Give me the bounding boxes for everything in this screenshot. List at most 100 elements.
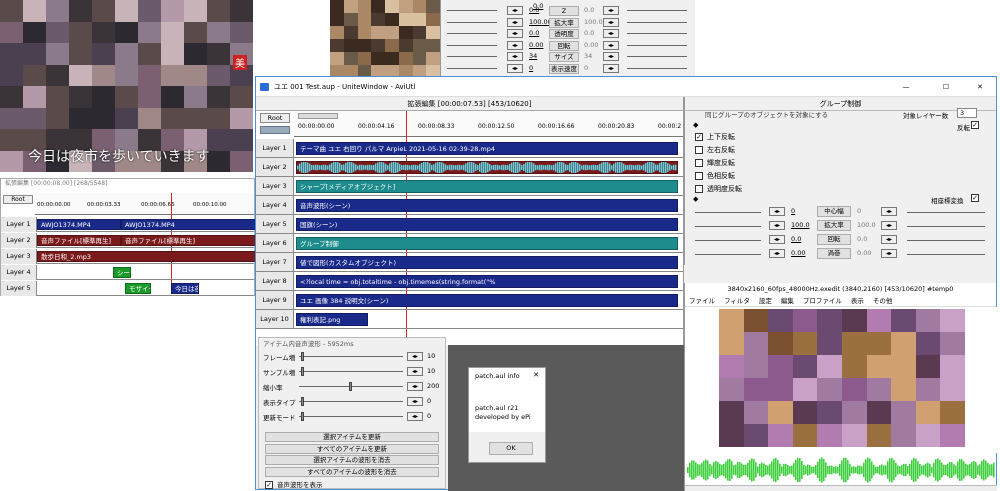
clip-video[interactable]: AWJO1374.MP4 — [121, 219, 256, 230]
param-label-button[interactable]: 回転 — [817, 234, 851, 245]
zoom-scrollbar[interactable] — [298, 113, 338, 119]
param-arrows[interactable]: ◂▸ — [769, 221, 785, 230]
prop-slider-left[interactable] — [447, 33, 497, 34]
clip-scene[interactable]: シーン — [113, 267, 131, 278]
param-arrows[interactable]: ◂▸ — [769, 249, 785, 258]
wave-param-value[interactable]: 200 — [427, 382, 439, 390]
param-arrows[interactable]: ◂▸ — [881, 207, 897, 216]
layer-label[interactable]: Layer 5 — [1, 281, 37, 296]
prop-value-right[interactable]: 0.0 — [584, 29, 594, 37]
prop-slider-left[interactable] — [447, 56, 497, 57]
prop-slider-right[interactable] — [627, 44, 687, 46]
param-slider-left[interactable] — [695, 226, 761, 227]
clip-audio[interactable]: 音声ファイル[標準再生] — [37, 235, 121, 246]
param-slider-left[interactable] — [695, 254, 761, 255]
prop-value-left[interactable]: 0 — [529, 64, 533, 72]
group-checkbox[interactable] — [695, 146, 703, 154]
clip-video[interactable]: AWJO1374.MP4 — [37, 219, 121, 230]
waveform-action-button[interactable]: すべてのアイテムを更新 — [265, 443, 439, 454]
close-button[interactable]: ✕ — [970, 77, 990, 97]
show-waveform-row[interactable]: ✓ 音声波形を表示 — [265, 479, 323, 489]
clip-text[interactable]: 今日は夜 — [171, 283, 199, 294]
layer-label[interactable]: Layer 5 — [256, 215, 294, 233]
prop-arrows[interactable]: ◂▸ — [603, 63, 619, 73]
layer-label[interactable]: Layer 2 — [256, 158, 294, 176]
wave-param-thumb[interactable] — [301, 367, 304, 376]
prop-arrows[interactable]: ◂▸ — [603, 17, 619, 27]
prop-label-button[interactable]: 回転 — [549, 40, 579, 51]
param-value-left[interactable]: 0.0 — [791, 235, 801, 243]
layer-label[interactable]: Layer 3 — [1, 249, 37, 264]
prop-slider-right[interactable] — [627, 10, 687, 11]
wave-param-arrows[interactable]: ◂▸ — [407, 352, 423, 361]
preview-menu-item[interactable]: プロファイル — [803, 297, 842, 305]
prop-value-right[interactable]: 34 — [584, 52, 592, 60]
layer-label[interactable]: Layer 2 — [1, 233, 37, 248]
wave-param-value[interactable]: 0 — [427, 412, 431, 420]
layer-label[interactable]: Layer 9 — [256, 291, 294, 309]
target-layer-value[interactable]: 3 — [957, 108, 977, 118]
prop-slider-right[interactable] — [627, 33, 687, 34]
wave-param-arrows[interactable]: ◂▸ — [407, 367, 423, 376]
prop-slider-left[interactable] — [447, 10, 497, 11]
group-checkbox[interactable] — [695, 159, 703, 167]
prop-label-button[interactable]: サイズ — [549, 52, 579, 62]
clip-object[interactable]: グループ制御 — [296, 237, 678, 250]
collapse-triangle-icon[interactable]: ◆ — [693, 121, 698, 129]
param-value-left[interactable]: 0.00 — [791, 249, 805, 257]
ext-ruler[interactable]: 00:00:00.00 00:00:04.16 00:00:08.33 00:00:1… — [294, 111, 683, 344]
param-slider-right[interactable] — [907, 212, 985, 213]
layer-label[interactable]: Layer 4 — [1, 265, 37, 280]
param-value-right[interactable]: 0.00 — [857, 249, 871, 257]
prop-value-left[interactable]: 0.00 — [529, 41, 543, 49]
prop-slider-right[interactable] — [627, 21, 687, 23]
prop-value-left[interactable]: 0.0 — [529, 6, 539, 14]
preview-canvas[interactable] — [685, 307, 997, 453]
prop-arrows[interactable]: ◂▸ — [507, 6, 523, 15]
preview-menu-item[interactable]: 表示 — [851, 297, 864, 305]
preview-menu-item[interactable]: 設定 — [759, 297, 772, 305]
param-slider-right[interactable] — [907, 226, 985, 227]
minimize-button[interactable]: — — [896, 77, 916, 97]
prop-slider-left[interactable] — [447, 21, 497, 23]
preview-menu-item[interactable]: フィルタ — [724, 297, 750, 305]
group-check-row[interactable]: ✓ 上下反転 — [695, 132, 735, 142]
wave-param-value[interactable]: 10 — [427, 367, 435, 375]
param-value-right[interactable]: 0.0 — [857, 235, 867, 243]
group-check-row[interactable]: 透明度反転 — [695, 184, 742, 194]
prop-label-button[interactable]: 拡大率 — [549, 17, 579, 28]
invert-checkbox[interactable]: ✓ — [971, 121, 979, 129]
clip-audio-wave[interactable] — [296, 161, 678, 174]
clip-object[interactable]: 値で図形(カスタムオブジェクト) — [296, 256, 678, 269]
coord-convert-checkbox[interactable]: ✓ — [971, 194, 979, 202]
group-checkbox[interactable] — [695, 172, 703, 180]
clip-object[interactable]: <?local time = obj.totaltime - obj.timem… — [296, 275, 678, 288]
layer-label[interactable]: Layer 1 — [1, 217, 37, 232]
layer-label[interactable]: Layer 8 — [256, 272, 294, 290]
wave-param-arrows[interactable]: ◂▸ — [407, 382, 423, 391]
group-check-row[interactable]: 色相反転 — [695, 171, 735, 181]
prop-arrows[interactable]: ◂▸ — [603, 40, 619, 50]
prop-arrows[interactable]: ◂▸ — [507, 52, 523, 61]
clip-object[interactable]: テーマ曲 ユエ 右回り パルマ ArpieL 2021-05-16 02-39-… — [296, 142, 678, 155]
param-slider-right[interactable] — [907, 254, 985, 255]
prop-slider-left[interactable] — [447, 67, 497, 69]
clip-object[interactable]: シャープ[メディアオブジェクト] — [296, 180, 678, 193]
layer-label[interactable]: Layer 4 — [256, 196, 294, 214]
preview-menu-item[interactable]: ファイル — [689, 297, 715, 305]
param-slider-right[interactable] — [907, 240, 985, 241]
prop-arrows[interactable]: ◂▸ — [603, 29, 619, 38]
preview-menu-item[interactable]: 編集 — [781, 297, 794, 305]
prop-arrows[interactable]: ◂▸ — [507, 63, 523, 73]
layer-label[interactable]: Layer 3 — [256, 177, 294, 195]
clip-object[interactable]: 国旗(シーン) — [296, 218, 678, 231]
preview-bottom-bar[interactable] — [685, 485, 997, 491]
wave-param-thumb[interactable] — [349, 382, 352, 391]
small-root-button[interactable]: Root — [3, 195, 33, 204]
wave-param-slider[interactable] — [299, 401, 403, 402]
collapse-triangle-icon[interactable]: ◆ — [693, 195, 698, 203]
small-timeline-ruler[interactable]: 00:00:00.00 00:00:03.33 00:00:06.66 00:0… — [35, 193, 254, 293]
clip-audio[interactable]: 散歩日和_2.mp3 — [37, 251, 256, 262]
param-value-left[interactable]: 100.0 — [791, 221, 810, 229]
wave-param-slider[interactable] — [299, 416, 403, 417]
